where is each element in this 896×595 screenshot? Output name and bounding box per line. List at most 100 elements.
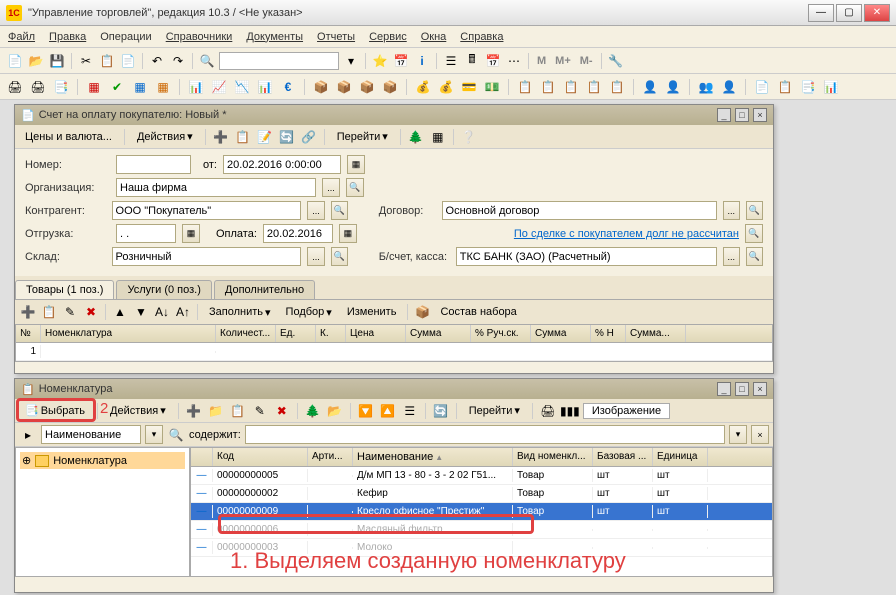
filter-value-input[interactable]: [245, 425, 725, 444]
ship-input[interactable]: . .: [116, 224, 176, 243]
nom-maximize-button[interactable]: □: [735, 382, 749, 396]
col-k[interactable]: К.: [316, 325, 346, 342]
search-input[interactable]: [219, 52, 339, 70]
open-button[interactable]: 🔍: [746, 247, 763, 266]
col-article[interactable]: Арти...: [308, 448, 353, 466]
settings-icon[interactable]: 🔧: [607, 52, 625, 70]
tool-icon[interactable]: 📋: [562, 78, 580, 96]
tool-icon[interactable]: 👤: [720, 78, 738, 96]
delete-row-icon[interactable]: ✖: [82, 303, 100, 321]
dropdown-button[interactable]: ▾: [145, 425, 163, 444]
edit-icon[interactable]: ✎: [251, 402, 269, 420]
tree-icon[interactable]: 🌲: [407, 128, 425, 146]
contr-input[interactable]: ООО "Покупатель": [112, 201, 302, 220]
tab-services[interactable]: Услуги (0 поз.): [116, 280, 211, 299]
filter-list-icon[interactable]: ☰: [401, 402, 419, 420]
search-icon[interactable]: 🔍: [167, 426, 185, 444]
warehouse-input[interactable]: Розничный: [112, 247, 302, 266]
search-icon[interactable]: 🔍: [198, 52, 216, 70]
calendar-button[interactable]: ▦: [182, 224, 200, 243]
sort-az-icon[interactable]: A↓: [153, 303, 171, 321]
refresh-icon[interactable]: 🔄: [278, 128, 296, 146]
tool-icon[interactable]: 📦: [381, 78, 399, 96]
col-vat[interactable]: % Н: [591, 325, 626, 342]
menu-reports[interactable]: Отчеты: [317, 31, 355, 43]
mplus-button[interactable]: M+: [552, 55, 574, 67]
delete-icon[interactable]: ✖: [273, 402, 291, 420]
menu-service[interactable]: Сервис: [369, 31, 407, 43]
expand-icon[interactable]: ▸: [19, 426, 37, 444]
select-button[interactable]: ...: [723, 247, 740, 266]
tool-icon[interactable]: 👤: [664, 78, 682, 96]
open-button[interactable]: 🔍: [745, 224, 763, 243]
add-folder-icon[interactable]: 📁: [207, 402, 225, 420]
change-button[interactable]: Изменить: [341, 305, 403, 319]
composition-icon[interactable]: 📦: [413, 303, 431, 321]
calendar-icon[interactable]: 📅: [392, 52, 410, 70]
tool-icon[interactable]: 💰: [414, 78, 432, 96]
menu-docs[interactable]: Документы: [246, 31, 303, 43]
copy-doc-icon[interactable]: 📋: [234, 128, 252, 146]
tool-icon[interactable]: €: [279, 78, 297, 96]
date-icon[interactable]: 📅: [484, 52, 502, 70]
tool-icon[interactable]: 💳: [460, 78, 478, 96]
col-manual-discount[interactable]: % Руч.ск.: [471, 325, 531, 342]
col-sum[interactable]: Сумма: [406, 325, 471, 342]
clear-button[interactable]: ×: [751, 425, 769, 444]
tool-icon[interactable]: 📦: [335, 78, 353, 96]
col-qty[interactable]: Количест...: [216, 325, 276, 342]
doc-minimize-button[interactable]: _: [717, 108, 731, 122]
copy-row-icon[interactable]: 📋: [40, 303, 58, 321]
close-button[interactable]: ✕: [864, 4, 890, 22]
debt-link[interactable]: По сделке с покупателем долг не рассчита…: [514, 228, 739, 240]
moveup-icon[interactable]: ▲: [111, 303, 129, 321]
calendar-button[interactable]: ▦: [339, 224, 357, 243]
tab-goods[interactable]: Товары (1 поз.): [15, 280, 114, 299]
open-button[interactable]: 🔍: [346, 178, 364, 197]
date-input[interactable]: 20.02.2016 0:00:00: [223, 155, 341, 174]
add-row-icon[interactable]: ➕: [19, 303, 37, 321]
hierarchy-icon[interactable]: 🌲: [304, 402, 322, 420]
select-button[interactable]: ...: [307, 247, 324, 266]
tool-icon[interactable]: 📦: [358, 78, 376, 96]
goto-button[interactable]: Перейти ▾: [463, 403, 526, 418]
open-button[interactable]: 🔍: [331, 247, 348, 266]
number-input[interactable]: [116, 155, 191, 174]
nom-grid-row[interactable]: —00000000002КефирТоварштшт: [191, 485, 772, 503]
menu-file[interactable]: Файл: [8, 31, 35, 43]
help2-icon[interactable]: ❔: [460, 128, 478, 146]
nom-close-button[interactable]: ×: [753, 382, 767, 396]
actions-button[interactable]: Действия ▾: [104, 403, 172, 418]
tool-icon[interactable]: 📊: [187, 78, 205, 96]
move-icon[interactable]: 📂: [326, 402, 344, 420]
doc-close-button[interactable]: ×: [753, 108, 767, 122]
select-button[interactable]: ...: [322, 178, 340, 197]
tool-icon[interactable]: 🖨: [29, 78, 47, 96]
col-kind[interactable]: Вид номенкл...: [513, 448, 593, 466]
fill-button[interactable]: Заполнить ▾: [203, 305, 277, 320]
expand-icon[interactable]: ⊕: [22, 454, 31, 467]
col-unit[interactable]: Единица: [653, 448, 708, 466]
tool-icon[interactable]: 📋: [608, 78, 626, 96]
tool-icon[interactable]: ▦: [154, 78, 172, 96]
image-button[interactable]: Изображение: [583, 403, 670, 419]
undo-icon[interactable]: ↶: [148, 52, 166, 70]
dropdown-icon[interactable]: ▾: [342, 52, 360, 70]
composition-button[interactable]: Состав набора: [434, 305, 522, 319]
minimize-button[interactable]: —: [808, 4, 834, 22]
open-icon[interactable]: 📂: [27, 52, 45, 70]
menu-operations[interactable]: Операции: [100, 31, 151, 43]
add-icon[interactable]: ➕: [212, 128, 230, 146]
sort-za-icon[interactable]: A↑: [174, 303, 192, 321]
col-sum2[interactable]: Сумма: [531, 325, 591, 342]
nom-grid-row[interactable]: —00000000003Молоко: [191, 539, 772, 557]
tool-icon[interactable]: 💰: [437, 78, 455, 96]
grid-icon[interactable]: ▦: [429, 128, 447, 146]
copy-icon[interactable]: 📋: [229, 402, 247, 420]
account-input[interactable]: ТКС БАНК (ЗАО) (Расчетный): [456, 247, 717, 266]
paste-icon[interactable]: 📄: [119, 52, 137, 70]
tool-icon[interactable]: 📉: [233, 78, 251, 96]
contract-input[interactable]: Основной договор: [442, 201, 717, 220]
maximize-button[interactable]: ▢: [836, 4, 862, 22]
barcode-icon[interactable]: ▮▮▮: [561, 402, 579, 420]
